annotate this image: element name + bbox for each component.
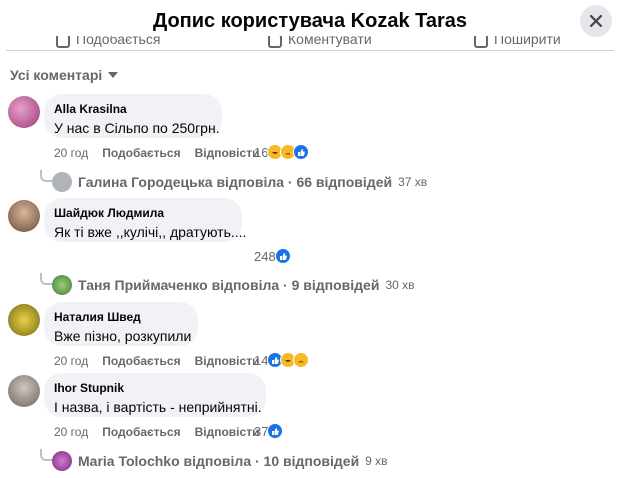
view-replies-link[interactable]: Галина Городецька відповіла · 66 відпові…: [40, 170, 428, 192]
close-button[interactable]: [580, 5, 612, 37]
view-replies-link[interactable]: Таня Приймаченко відповіла · 9 відповіде…: [40, 273, 415, 295]
share-post-button[interactable]: Поширити: [474, 36, 561, 48]
replies-summary: Таня Приймаченко відповіла · 9 відповіде…: [78, 277, 380, 293]
comment-filter-label: Усі коментарі: [10, 67, 103, 83]
reaction-summary[interactable]: 37: [254, 423, 284, 439]
comment-author[interactable]: Шайдюк Людмила: [54, 205, 230, 221]
comment-meta: 20 год Подобається Відповісти: [54, 425, 259, 439]
reaction-count: 14: [254, 352, 269, 368]
like-reaction-icon: [274, 248, 291, 264]
like-post-label: Подобається: [76, 36, 161, 47]
close-icon: [589, 14, 603, 28]
share-icon: [474, 36, 488, 48]
sad-icon: [293, 352, 310, 368]
avatar: [52, 275, 72, 295]
comment-bubble: Наталия Швед Вже пізно, розкупили: [44, 302, 198, 346]
avatar: [52, 172, 72, 192]
comment-bubble: Alla Krasilna У нас в Сільпо по 250грн.: [44, 94, 222, 138]
comment-reply-button[interactable]: Відповісти: [195, 146, 260, 160]
view-replies-link[interactable]: Maria Tolochko відповіла · 10 відповідей…: [40, 449, 388, 471]
reaction-summary[interactable]: 16: [254, 144, 310, 160]
replies-time: 37 хв: [398, 175, 428, 189]
comment-author[interactable]: Ihor Stupnik: [54, 380, 254, 396]
reply-thread-line: [40, 449, 52, 461]
comment-reply-button[interactable]: Відповісти: [195, 425, 260, 439]
comment-text: Як ті вже ,,кулічі,, дратують....: [54, 224, 247, 240]
like-reaction-icon: [293, 144, 310, 160]
reaction-count: 248: [254, 248, 276, 264]
comment-meta: 20 год Подобається Відповісти: [54, 146, 259, 160]
avatar[interactable]: [8, 200, 40, 232]
comment-icon: [268, 36, 282, 48]
like-post-button[interactable]: Подобається: [56, 36, 160, 48]
replies-time: 9 хв: [365, 454, 388, 468]
caret-down-icon: [108, 72, 119, 78]
comment-post-label: Коментувати: [288, 36, 372, 47]
dialog-title: Допис користувача Kozak Taras: [152, 10, 468, 32]
reaction-count: 37: [254, 423, 269, 439]
reply-thread-line: [40, 273, 52, 285]
comment-reply-button[interactable]: Відповісти: [195, 354, 260, 368]
like-reaction-icon: [267, 423, 284, 439]
comment-time[interactable]: 20 год: [54, 146, 88, 160]
comment-time[interactable]: 20 год: [54, 425, 88, 439]
post-action-bar: Подобається Коментувати Поширити: [0, 36, 620, 50]
comment-filter-dropdown[interactable]: Усі коментарі: [10, 67, 119, 83]
avatar[interactable]: [8, 375, 40, 407]
comment-bubble: Шайдюк Людмила Як ті вже ,,кулічі,, драт…: [44, 198, 247, 242]
avatar[interactable]: [8, 96, 40, 128]
comment-text: Вже пізно, розкупили: [54, 328, 192, 344]
comment-text: І назва, і вартість - неприйнятні.: [54, 399, 262, 415]
divider: [6, 50, 614, 51]
comment-post-button[interactable]: Коментувати: [268, 36, 372, 48]
comment-time[interactable]: 20 год: [54, 354, 88, 368]
avatar[interactable]: [8, 304, 40, 336]
reaction-summary[interactable]: 248: [254, 248, 291, 264]
replies-summary: Галина Городецька відповіла · 66 відпові…: [78, 174, 393, 190]
reaction-count: 16: [254, 144, 269, 160]
comment-author[interactable]: Наталия Швед: [54, 309, 186, 325]
reaction-summary[interactable]: 14: [254, 352, 310, 368]
thumbs-up-icon: [56, 36, 70, 48]
comment-like-button[interactable]: Подобається: [102, 425, 180, 439]
comment-like-button[interactable]: Подобається: [102, 146, 180, 160]
share-post-label: Поширити: [494, 36, 561, 47]
comment-meta: 20 год Подобається Відповісти: [54, 354, 259, 368]
replies-summary: Maria Tolochko відповіла · 10 відповідей: [78, 453, 360, 469]
avatar: [52, 451, 72, 471]
comment-author[interactable]: Alla Krasilna: [54, 101, 210, 117]
replies-time: 30 хв: [385, 278, 415, 292]
comment-text: У нас в Сільпо по 250грн.: [54, 120, 220, 136]
reply-thread-line: [40, 170, 52, 182]
comment-like-button[interactable]: Подобається: [102, 354, 180, 368]
comment-bubble: Ihor Stupnik І назва, і вартість - непри…: [44, 373, 266, 417]
